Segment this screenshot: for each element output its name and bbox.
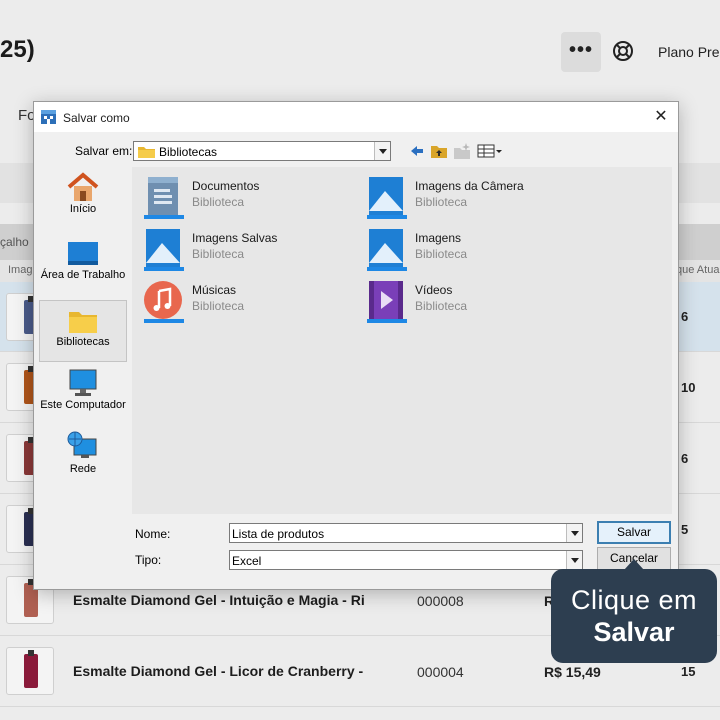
close-icon[interactable]: ✕ xyxy=(648,106,674,128)
network-icon xyxy=(67,431,97,458)
tooltip-line-1: Clique em xyxy=(570,585,698,615)
saved-pictures-library-icon xyxy=(144,229,184,271)
place-network[interactable]: Rede xyxy=(39,431,127,493)
stock-cell: 15 xyxy=(681,664,696,679)
computer-icon xyxy=(69,369,97,396)
save-in-dropdown[interactable]: Bibliotecas xyxy=(133,141,391,161)
save-button[interactable]: Salvar xyxy=(597,521,671,544)
list-item[interactable]: Imagens da Câmera Biblioteca xyxy=(355,171,570,219)
column-header-image: Imag xyxy=(8,264,33,276)
view-menu-icon[interactable] xyxy=(477,142,503,160)
filetype-dropdown[interactable]: Excel xyxy=(229,550,583,570)
pictures-library-icon xyxy=(367,229,407,271)
save-in-label: Salvar em: xyxy=(75,144,133,158)
back-arrow-icon[interactable] xyxy=(408,142,426,160)
save-as-dialog: Salvar como ✕ Salvar em: Bibliotecas Iní… xyxy=(33,101,679,590)
new-folder-icon[interactable] xyxy=(453,142,471,160)
filetype-value: Excel xyxy=(232,554,262,568)
tutorial-tooltip: Clique em Salvar xyxy=(551,559,717,663)
libraries-icon xyxy=(69,312,97,333)
plan-link[interactable]: Plano Pre xyxy=(658,44,719,60)
item-name: Imagens xyxy=(415,231,462,245)
product-name-cell: Esmalte Diamond Gel - Licor de Cranberry… xyxy=(73,663,364,679)
places-bar: Início Área de Trabalho Bibliotecas Este… xyxy=(39,167,127,497)
list-item[interactable]: Músicas Biblioteca xyxy=(132,275,347,323)
place-label: Bibliotecas xyxy=(56,336,110,348)
help-lifebuoy-icon[interactable] xyxy=(612,40,634,62)
save-in-value: Bibliotecas xyxy=(159,145,218,159)
filename-label: Nome: xyxy=(135,527,171,541)
stock-cell: 6 xyxy=(681,451,689,466)
place-computer[interactable]: Este Computador xyxy=(39,367,127,429)
filetype-label: Tipo: xyxy=(135,553,162,567)
place-home[interactable]: Início xyxy=(39,171,127,233)
documents-library-icon xyxy=(144,177,184,219)
item-name: Imagens da Câmera xyxy=(415,179,524,193)
filename-value: Lista de produtos xyxy=(232,527,325,541)
filename-field[interactable]: Lista de produtos xyxy=(229,523,583,543)
stock-cell: 6 xyxy=(681,309,689,324)
chevron-down-icon[interactable] xyxy=(566,524,582,542)
chevron-down-icon[interactable] xyxy=(566,551,582,569)
item-name: Documentos xyxy=(192,179,260,193)
up-folder-icon[interactable] xyxy=(430,142,448,160)
product-thumbnail xyxy=(6,647,54,695)
list-item[interactable]: Imagens Biblioteca xyxy=(355,223,570,271)
price-cell: R$ 15,49 xyxy=(544,664,601,680)
desktop-icon xyxy=(68,242,98,265)
dialog-titlebar[interactable]: Salvar como ✕ xyxy=(34,102,678,132)
product-code-cell: 000004 xyxy=(417,664,464,680)
camera-roll-library-icon xyxy=(367,177,407,219)
place-label: Área de Trabalho xyxy=(40,269,126,281)
item-type: Biblioteca xyxy=(415,299,468,313)
item-type: Biblioteca xyxy=(415,247,468,261)
product-code-cell: 000008 xyxy=(417,593,464,609)
place-label: Início xyxy=(69,203,97,215)
place-libraries[interactable]: Bibliotecas xyxy=(39,300,127,362)
item-name: Vídeos xyxy=(415,283,453,297)
item-type: Biblioteca xyxy=(192,195,245,209)
place-label: Este Computador xyxy=(40,399,126,411)
app-store-icon xyxy=(41,110,56,124)
file-list-pane: Documentos Biblioteca Imagens da Câmera … xyxy=(132,167,672,514)
stock-cell: 10 xyxy=(681,380,696,395)
folder-icon xyxy=(138,147,155,158)
list-item[interactable]: Documentos Biblioteca xyxy=(132,171,347,219)
place-desktop[interactable]: Área de Trabalho xyxy=(39,237,127,299)
list-item[interactable]: Vídeos Biblioteca xyxy=(355,275,570,323)
stock-cell: 5 xyxy=(681,522,689,537)
more-options-button[interactable]: ••• xyxy=(561,32,601,72)
tooltip-line-2: Salvar xyxy=(593,617,675,647)
item-type: Biblioteca xyxy=(415,195,468,209)
page-title: 25) xyxy=(0,36,35,63)
column-header-stock: que Atua xyxy=(676,264,720,276)
place-label: Rede xyxy=(69,463,97,475)
home-icon xyxy=(67,172,99,201)
item-type: Biblioteca xyxy=(192,299,245,313)
videos-library-icon xyxy=(367,281,407,323)
table-header-label: çalho xyxy=(0,235,29,249)
dialog-title: Salvar como xyxy=(63,111,130,125)
music-library-icon xyxy=(144,281,184,323)
list-item[interactable]: Imagens Salvas Biblioteca xyxy=(132,223,347,271)
item-type: Biblioteca xyxy=(192,247,245,261)
chevron-down-icon[interactable] xyxy=(374,142,390,160)
item-name: Músicas xyxy=(192,283,237,297)
product-name-cell: Esmalte Diamond Gel - Intuição e Magia -… xyxy=(73,592,365,608)
item-name: Imagens Salvas xyxy=(192,231,278,245)
